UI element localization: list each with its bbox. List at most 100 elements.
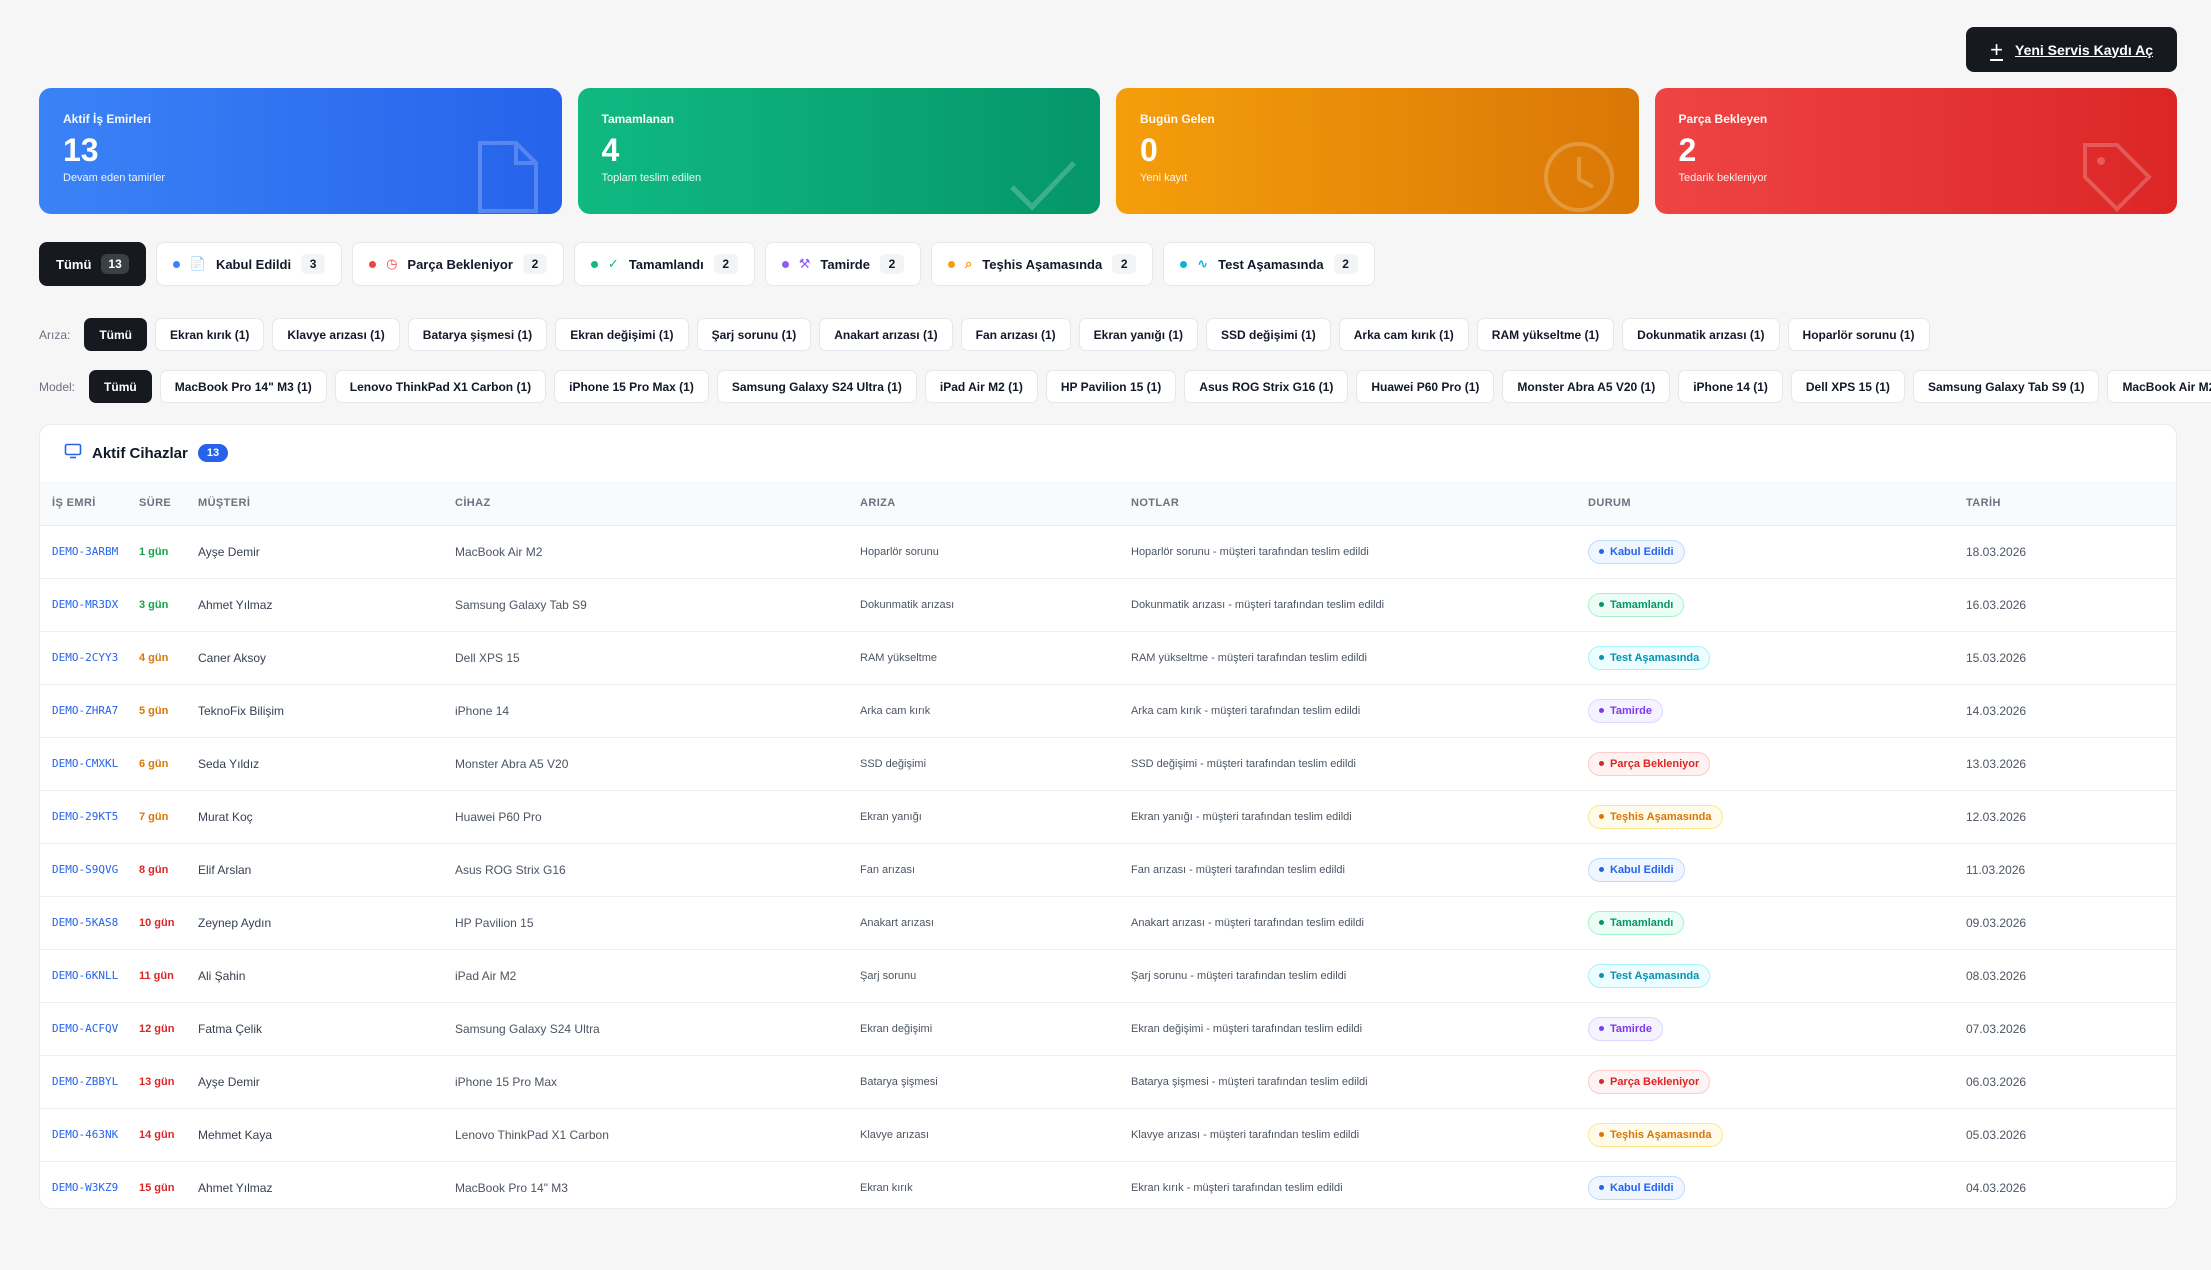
- status-badge: Tamirde: [1588, 698, 1663, 723]
- table-row[interactable]: DEMO-CMXKL 6 gün Seda Yıldız Monster Abra A…: [40, 737, 2176, 791]
- active-devices-card: Aktif Cihazlar 13 İŞ EMRİ SÜRE MÜŞTERİ CİHA…: [39, 424, 2177, 1209]
- status-dot: [1599, 867, 1604, 872]
- fault: Ekran yanığı: [860, 790, 1131, 844]
- model-filter-tag-8[interactable]: Huawei P60 Pro (1): [1356, 370, 1495, 403]
- fault-filter-tag-10[interactable]: Arka cam kırık (1): [1338, 318, 1469, 351]
- work-order-id[interactable]: DEMO-3ARBM: [40, 525, 139, 579]
- fault: RAM yükseltme: [860, 631, 1131, 685]
- model-filter-tag-9[interactable]: Monster Abra A5 V20 (1): [1502, 370, 1671, 403]
- column-header: TARİH: [1966, 481, 2176, 526]
- work-order-id[interactable]: DEMO-W3KZ9: [40, 1161, 139, 1214]
- status-filter-0[interactable]: Tümü 13: [39, 242, 146, 286]
- duration: 3 gün: [139, 578, 198, 632]
- notes: Batarya şişmesi - müşteri tarafından tes…: [1131, 1055, 1588, 1109]
- model-filter-tag-7[interactable]: Asus ROG Strix G16 (1): [1184, 370, 1349, 403]
- status-filter-label: Teşhis Aşamasında: [982, 256, 1103, 272]
- status-filter-2[interactable]: ◷ Parça Bekleniyor 2: [352, 242, 564, 286]
- fault-filter-tag-12[interactable]: Dokunmatik arızası (1): [1622, 318, 1780, 351]
- devices-table: İŞ EMRİ SÜRE MÜŞTERİ CİHAZ ARIZA NOTLAR DURUM T…: [40, 481, 2176, 1214]
- model-filter-tag-2[interactable]: Lenovo ThinkPad X1 Carbon (1): [334, 370, 547, 403]
- new-service-button[interactable]: + Yeni Servis Kaydı Aç: [1966, 27, 2177, 72]
- fault-filter-tag-5[interactable]: Şarj sorunu (1): [696, 318, 812, 351]
- model-filter-tag-11[interactable]: Dell XPS 15 (1): [1790, 370, 1905, 403]
- status-filter-4[interactable]: ⚒ Tamirde 2: [764, 242, 921, 286]
- fault-filter-tag-7[interactable]: Fan arızası (1): [960, 318, 1071, 351]
- status-label: Tamamlandı: [1610, 598, 1674, 611]
- duration: 1 gün: [139, 525, 198, 579]
- device: Samsung Galaxy S24 Ultra: [455, 1002, 860, 1056]
- customer: Ahmet Yılmaz: [198, 578, 455, 632]
- model-filter-tag-10[interactable]: iPhone 14 (1): [1678, 370, 1783, 403]
- status-cell: Teşhis Aşamasında: [1588, 1108, 1966, 1162]
- table-row[interactable]: DEMO-S9QVG 8 gün Elif Arslan Asus ROG Strix…: [40, 843, 2176, 897]
- status-filter-count: 2: [879, 254, 904, 274]
- status-cell: Test Aşamasında: [1588, 949, 1966, 1003]
- table-row[interactable]: DEMO-463NK 14 gün Mehmet Kaya Lenovo ThinkP…: [40, 1108, 2176, 1162]
- stat-card-3: Parça Bekleyen 2 Tedarik bekleniyor: [1654, 88, 2177, 214]
- device: MacBook Air M2: [455, 525, 860, 579]
- notes: Dokunmatik arızası - müşteri tarafından …: [1131, 578, 1588, 632]
- work-order-id[interactable]: DEMO-S9QVG: [40, 843, 139, 897]
- table-row[interactable]: DEMO-ACFQV 12 gün Fatma Çelik Samsung Galax…: [40, 1002, 2176, 1056]
- fault-filter-tag-6[interactable]: Anakart arızası (1): [819, 318, 953, 351]
- fault-filter-tag-1[interactable]: Ekran kırık (1): [155, 318, 265, 351]
- date: 16.03.2026: [1966, 578, 2176, 632]
- work-order-id[interactable]: DEMO-6KNLL: [40, 949, 139, 1003]
- model-filter-tag-1[interactable]: MacBook Pro 14" M3 (1): [159, 370, 327, 403]
- status-filter-count: 2: [713, 254, 738, 274]
- table-row[interactable]: DEMO-2CYY3 4 gün Caner Aksoy Dell XPS 15 RAM…: [40, 631, 2176, 685]
- fault-filter-tag-0[interactable]: Tümü: [84, 318, 148, 351]
- table-title: Aktif Cihazlar: [92, 444, 188, 462]
- table-row[interactable]: DEMO-6KNLL 11 gün Ali Şahin iPad Air M2 Şarj…: [40, 949, 2176, 1003]
- table-body: DEMO-3ARBM 1 gün Ayşe Demir MacBook Air M2 H…: [40, 525, 2176, 1214]
- stat-card-subtitle: Toplam teslim edilen: [601, 172, 702, 184]
- table-row[interactable]: DEMO-W3KZ9 15 gün Ahmet Yılmaz MacBook Pro …: [40, 1161, 2176, 1214]
- model-filter-tag-6[interactable]: HP Pavilion 15 (1): [1045, 370, 1177, 403]
- status-dot: [1180, 260, 1188, 268]
- work-order-id[interactable]: DEMO-5KAS8: [40, 896, 139, 950]
- work-order-id[interactable]: DEMO-ZBBYL: [40, 1055, 139, 1109]
- table-row[interactable]: DEMO-3ARBM 1 gün Ayşe Demir MacBook Air M2 H…: [40, 525, 2176, 579]
- status-filter-5[interactable]: ⌕ Teşhis Aşamasında 2: [930, 242, 1154, 286]
- table-row[interactable]: DEMO-ZHRA7 5 gün TeknoFix Bilişim iPhone 14…: [40, 684, 2176, 738]
- work-order-id[interactable]: DEMO-463NK: [40, 1108, 139, 1162]
- model-filter-tag-4[interactable]: Samsung Galaxy S24 Ultra (1): [716, 370, 917, 403]
- status-filter-6[interactable]: ∿ Test Aşamasında 2: [1163, 242, 1375, 286]
- document-icon: [476, 139, 540, 214]
- table-row[interactable]: DEMO-29KT5 7 gün Murat Koç Huawei P60 Pro Ek…: [40, 790, 2176, 844]
- status-dot: [781, 260, 789, 268]
- column-header: NOTLAR: [1131, 481, 1588, 526]
- fault-filter-tag-8[interactable]: Ekran yanığı (1): [1078, 318, 1199, 351]
- work-order-id[interactable]: DEMO-2CYY3: [40, 631, 139, 685]
- work-order-id[interactable]: DEMO-29KT5: [40, 790, 139, 844]
- model-filter-tag-0[interactable]: Tümü: [89, 370, 152, 403]
- status-filter-1[interactable]: 📄 Kabul Edildi 3: [155, 242, 343, 286]
- model-filter-tag-12[interactable]: Samsung Galaxy Tab S9 (1): [1912, 370, 2100, 403]
- status-filter-3[interactable]: ✓ Tamamlandı 2: [573, 242, 755, 286]
- model-filter-tag-3[interactable]: iPhone 15 Pro Max (1): [554, 370, 709, 403]
- fault-filter-tag-13[interactable]: Hoparlör sorunu (1): [1787, 318, 1930, 351]
- fault-filter-tag-4[interactable]: Ekran değişimi (1): [555, 318, 689, 351]
- status-label: Parça Bekleniyor: [1610, 757, 1700, 770]
- duration: 10 gün: [139, 896, 198, 950]
- table-row[interactable]: DEMO-ZBBYL 13 gün Ayşe Demir iPhone 15 Pro …: [40, 1055, 2176, 1109]
- fault-filter-tag-2[interactable]: Klavye arızası (1): [272, 318, 400, 351]
- status-filter-label: Tamirde: [820, 256, 870, 272]
- fault-filter-tag-11[interactable]: RAM yükseltme (1): [1476, 318, 1615, 351]
- work-order-id[interactable]: DEMO-ZHRA7: [40, 684, 139, 738]
- model-filter-tag-5[interactable]: iPad Air M2 (1): [924, 370, 1038, 403]
- plus-icon: +: [1990, 36, 2003, 62]
- model-filter-tag-13[interactable]: MacBook Air M2 (1): [2107, 370, 2211, 403]
- fault-filter-tag-3[interactable]: Batarya şişmesi (1): [407, 318, 548, 351]
- fault-filter-tag-9[interactable]: SSD değişimi (1): [1206, 318, 1331, 351]
- table-row[interactable]: DEMO-5KAS8 10 gün Zeynep Aydın HP Pavilion …: [40, 896, 2176, 950]
- customer: Zeynep Aydın: [198, 896, 455, 950]
- date: 14.03.2026: [1966, 684, 2176, 738]
- status-dot: [1599, 973, 1604, 978]
- table-row[interactable]: DEMO-MR3DX 3 gün Ahmet Yılmaz Samsung Galax…: [40, 578, 2176, 632]
- stat-card-value: 13: [63, 132, 99, 168]
- work-order-id[interactable]: DEMO-ACFQV: [40, 1002, 139, 1056]
- work-order-id[interactable]: DEMO-CMXKL: [40, 737, 139, 791]
- date: 06.03.2026: [1966, 1055, 2176, 1109]
- work-order-id[interactable]: DEMO-MR3DX: [40, 578, 139, 632]
